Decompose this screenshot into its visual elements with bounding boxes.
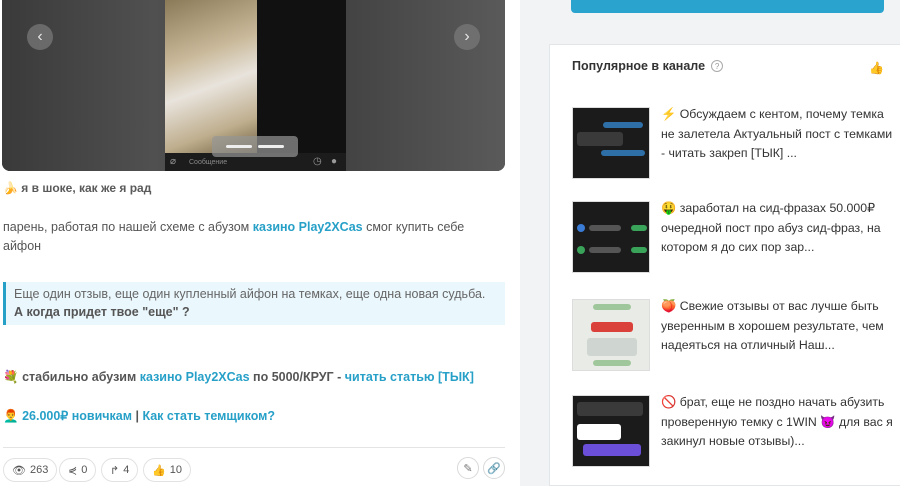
edit-button[interactable]: ✎ — [457, 457, 479, 479]
views-stat: 👁 263 — [3, 458, 58, 482]
forward-icon: ↱ — [110, 464, 120, 477]
eye-icon: 👁 — [12, 464, 26, 477]
newbies-link[interactable]: 26.000₽ новичкам — [22, 409, 132, 423]
post-thumbnail — [572, 107, 650, 179]
post-thumbnail — [572, 395, 650, 467]
paperclip-icon: ⌀ — [170, 156, 177, 167]
media-pagination-indicator — [212, 136, 298, 157]
microphone-icon: ● — [331, 156, 338, 167]
post-quote: Еще один отзыв, еще один купленный айфон… — [3, 282, 505, 325]
post-thumbnail — [572, 299, 650, 371]
thumbs-up-icon: 👍 — [152, 464, 166, 477]
chat-input-placeholder: Сообщение — [189, 158, 228, 166]
post-body-text: парень, работая по нашей схеме с абузом … — [3, 220, 465, 253]
read-article-link[interactable]: читать статью [ТЫК] — [345, 370, 474, 384]
clock-icon: ◷ — [313, 156, 322, 167]
become-temshik-link[interactable]: Как стать темщиком? — [142, 409, 275, 423]
popular-item-text: ⚡ Обсуждаем с кентом, почему темка не за… — [661, 107, 893, 160]
media-photo — [165, 0, 257, 155]
casino-link-2[interactable]: казино Play2XCas — [140, 370, 250, 384]
popular-item[interactable]: 🍑 Свежие отзывы от вас лучше быть уверен… — [572, 299, 892, 377]
copy-link-button[interactable]: 🔗 — [483, 457, 505, 479]
popular-item[interactable]: 🚫 брат, еще не поздно начать абузить про… — [572, 395, 893, 473]
popular-item[interactable]: 🤑 заработал на сид-фразах 50.000₽ очеред… — [572, 201, 892, 279]
chevron-left-icon: ‹ — [37, 28, 43, 45]
like-button[interactable]: 👍 10 — [143, 458, 191, 482]
forwards-stat[interactable]: ↱ 4 — [101, 458, 139, 482]
popular-in-channel-card: Популярное в канале ? 👍 ⚡ Обсуждаем с ке… — [549, 44, 900, 486]
chevron-right-icon: › — [464, 28, 470, 45]
info-icon[interactable]: ? — [711, 60, 724, 72]
pencil-icon: ✎ — [463, 462, 473, 475]
divider — [3, 447, 505, 448]
popular-item[interactable]: ⚡ Обсуждаем с кентом, почему темка не за… — [572, 107, 892, 185]
media-prev-button[interactable]: ‹ — [27, 24, 53, 50]
casino-link[interactable]: казино Play2XCas — [253, 220, 363, 234]
thumbs-up-icon[interactable]: 👍 — [869, 61, 884, 75]
popular-item-text: 🍑 Свежие отзывы от вас лучше быть уверен… — [661, 299, 884, 352]
post-line-promo: 💐 стабильно абузим казино Play2XCas по 5… — [3, 370, 474, 384]
share-button[interactable]: ⋞ 0 — [59, 458, 97, 482]
post-column: ⌀ Сообщение ◷ ● ‹ › 🍌 я в шоке, как же я… — [0, 0, 520, 486]
flower-emoji-icon: 💐 — [3, 370, 19, 384]
subscribe-button[interactable] — [571, 0, 884, 13]
post-line-newbies: 👨‍🦰 26.000₽ новичкам | Как стать темщико… — [3, 409, 276, 423]
post-caption: 🍌 я в шоке, как же я рад — [3, 181, 152, 195]
post-thumbnail — [572, 201, 650, 273]
media-chat-screenshot — [257, 0, 346, 155]
popular-item-text: 🤑 заработал на сид-фразах 50.000₽ очеред… — [661, 201, 881, 254]
link-icon: 🔗 — [487, 462, 501, 475]
person-emoji-icon: 👨‍🦰 — [3, 409, 19, 423]
media-next-button[interactable]: › — [454, 24, 480, 50]
popular-item-text: 🚫 брат, еще не поздно начать абузить про… — [661, 395, 893, 448]
post-media-gallery[interactable]: ⌀ Сообщение ◷ ● ‹ › — [2, 0, 505, 171]
card-title: Популярное в канале ? — [572, 59, 724, 73]
share-icon: ⋞ — [68, 464, 78, 477]
